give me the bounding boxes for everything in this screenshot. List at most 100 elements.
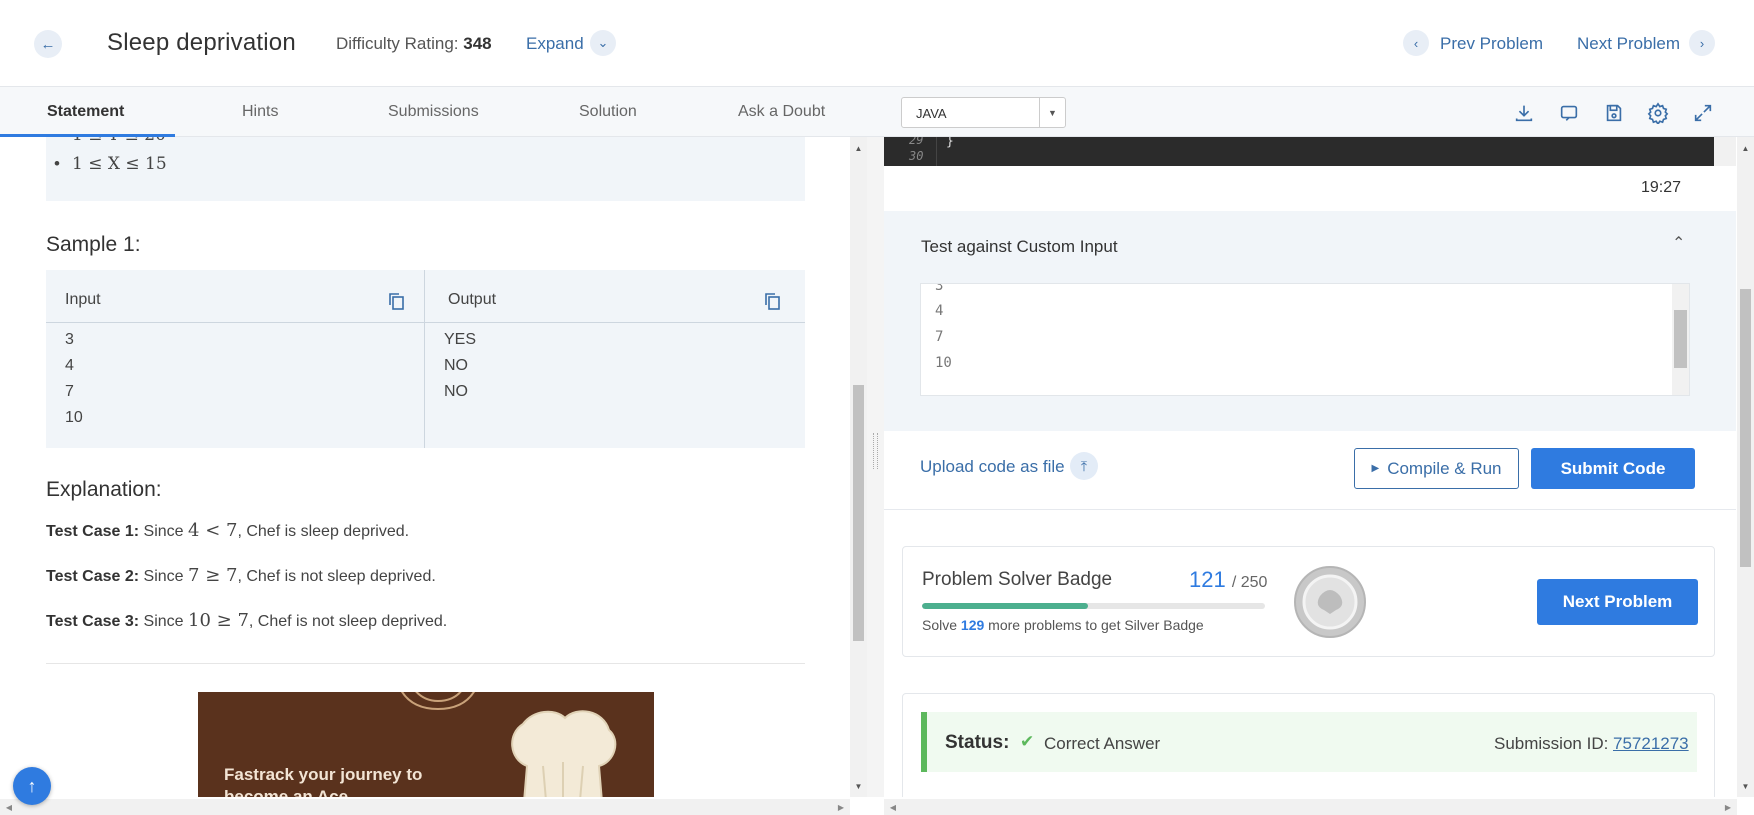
prev-problem-link[interactable]: Prev Problem: [1440, 34, 1543, 54]
statement-horizontal-scrollbar[interactable]: ◀ ▶: [0, 799, 850, 815]
copy-output-icon[interactable]: [764, 292, 780, 310]
scroll-left-arrow-icon[interactable]: ◀: [886, 799, 900, 815]
settings-icon[interactable]: [1646, 101, 1670, 125]
chevron-down-icon[interactable]: ⌄: [590, 30, 616, 56]
output-line: NO: [444, 383, 468, 400]
submission-id-link[interactable]: 75721273: [1613, 734, 1689, 754]
tab-hints[interactable]: Hints: [242, 103, 278, 121]
constraint-x: 1 ≤ X ≤ 15: [54, 154, 167, 174]
silver-badge-icon: [1294, 566, 1366, 638]
difficulty-rating: Difficulty Rating: 348: [336, 34, 492, 54]
header-divider: [46, 322, 805, 323]
input-line: 7: [65, 383, 74, 400]
custom-input-textarea[interactable]: 3 4 7 10: [920, 283, 1690, 396]
badge-total: / 250: [1231, 574, 1268, 591]
copy-input-icon[interactable]: [388, 292, 404, 310]
case-label: Test Case 2:: [46, 568, 140, 585]
scroll-up-arrow-icon[interactable]: ▲: [1737, 141, 1754, 155]
output-line: NO: [444, 357, 468, 374]
scroll-to-top-button[interactable]: ↑: [13, 767, 51, 805]
scroll-thumb[interactable]: [1740, 289, 1751, 567]
custom-input-scrollbar[interactable]: [1672, 284, 1689, 395]
status-banner: Status: ✔ Correct Answer Submission ID: …: [921, 712, 1697, 772]
case-post: , Chef is not sleep deprived.: [248, 613, 448, 630]
line-number: 29: [909, 137, 924, 147]
badge-title: Problem Solver Badge: [922, 569, 1113, 590]
scroll-left-arrow-icon[interactable]: ◀: [2, 799, 16, 815]
chevron-left-icon[interactable]: ‹: [1403, 30, 1429, 56]
case-post: , Chef is sleep deprived.: [237, 523, 410, 540]
editor-horizontal-scrollbar[interactable]: ◀ ▶: [884, 799, 1737, 815]
expand-link[interactable]: Expand: [526, 34, 584, 54]
next-problem-link[interactable]: Next Problem: [1577, 34, 1680, 54]
input-line: 10: [65, 409, 83, 426]
swirl-decoration-icon: [401, 692, 475, 711]
statement-vertical-scrollbar[interactable]: ▲ ▼: [850, 137, 867, 797]
custom-input-title: Test against Custom Input: [921, 237, 1118, 256]
tab-solution[interactable]: Solution: [579, 103, 637, 121]
back-arrow-icon[interactable]: ←: [34, 30, 62, 58]
timer: 19:27: [1641, 179, 1682, 196]
dropdown-arrow-icon: ▼: [1039, 98, 1065, 127]
scroll-right-arrow-icon[interactable]: ▶: [1721, 799, 1735, 815]
editor-pane: 29 30 } 19:27 Test against Custom Input …: [884, 137, 1736, 797]
difficulty-value: 348: [463, 34, 492, 53]
badge-note: Solve 129 more problems to get Silver Ba…: [922, 617, 1204, 633]
scroll-thumb[interactable]: [1674, 310, 1687, 368]
banner-text: Fastrack your journey to become an Ace: [224, 765, 423, 797]
gutter-divider: [936, 137, 937, 166]
reset-icon[interactable]: [1557, 101, 1581, 125]
column-divider: [424, 270, 425, 448]
splitter-grip-icon[interactable]: [873, 433, 878, 469]
download-icon[interactable]: [1512, 101, 1536, 125]
difficulty-label: Difficulty Rating:: [336, 34, 459, 53]
case-pre: Since: [143, 523, 184, 540]
promo-banner[interactable]: Fastrack your journey to become an Ace: [198, 692, 654, 797]
chevron-right-icon[interactable]: ›: [1689, 30, 1715, 56]
badge-progress-fill: [922, 603, 1088, 609]
custom-input-line: 3: [935, 283, 944, 294]
input-header: Input: [65, 291, 101, 308]
custom-input-line: 10: [935, 355, 952, 371]
constraints-box: 1 ≤ T ≤ 20 1 ≤ X ≤ 15: [46, 137, 805, 201]
section-divider: [46, 663, 805, 664]
language-value: JAVA: [916, 106, 947, 121]
test-case-2: Test Case 2: Since 7 ≥ 7, Chef is not sl…: [46, 565, 436, 586]
code-scrollbar[interactable]: [1714, 137, 1736, 166]
code-editor[interactable]: 29 30 }: [884, 137, 1714, 166]
language-select[interactable]: JAVA ▼: [901, 97, 1066, 128]
submit-code-button[interactable]: Submit Code: [1531, 448, 1695, 489]
scroll-right-arrow-icon[interactable]: ▶: [834, 799, 848, 815]
input-line: 3: [65, 331, 74, 348]
compile-run-button[interactable]: ▶ Compile & Run: [1354, 448, 1519, 489]
tab-statement[interactable]: Statement: [47, 103, 124, 121]
play-icon: ▶: [1371, 463, 1380, 474]
scroll-down-arrow-icon[interactable]: ▼: [850, 779, 867, 793]
tab-ask-a-doubt[interactable]: Ask a Doubt: [738, 103, 825, 121]
status-label: Status:: [945, 732, 1010, 753]
badge-solved: 121: [1189, 567, 1226, 592]
output-line: YES: [444, 331, 477, 348]
custom-input-line: 4: [935, 303, 944, 319]
scroll-up-arrow-icon[interactable]: ▲: [850, 141, 867, 155]
explanation-heading: Explanation:: [46, 478, 162, 501]
case-pre: Since: [143, 613, 184, 630]
top-header: ← Sleep deprivation Difficulty Rating: 3…: [0, 0, 1754, 87]
scroll-down-arrow-icon[interactable]: ▼: [1737, 779, 1754, 793]
fullscreen-icon[interactable]: [1691, 101, 1715, 125]
scroll-thumb[interactable]: [853, 385, 864, 641]
pane-splitter[interactable]: [867, 137, 884, 797]
collapse-chevron-icon[interactable]: ⌃: [1672, 233, 1685, 253]
constraint-t: 1 ≤ T ≤ 20: [54, 137, 166, 145]
save-icon[interactable]: [1602, 101, 1626, 125]
upload-icon[interactable]: ⤒: [1070, 452, 1098, 480]
sample-table: Input Output 3 4 7 10 YES NO NO: [46, 270, 805, 448]
test-case-1: Test Case 1: Since 4 < 7, Chef is sleep …: [46, 520, 409, 541]
custom-input-line: 7: [935, 329, 944, 345]
tab-submissions[interactable]: Submissions: [388, 103, 479, 121]
custom-input-panel: Test against Custom Input ⌃ 3 4 7 10: [884, 211, 1736, 431]
check-icon: ✔: [1020, 732, 1035, 751]
upload-code-link[interactable]: Upload code as file: [920, 457, 1065, 477]
editor-vertical-scrollbar[interactable]: ▲ ▼: [1737, 137, 1754, 797]
next-problem-button[interactable]: Next Problem: [1537, 579, 1698, 625]
